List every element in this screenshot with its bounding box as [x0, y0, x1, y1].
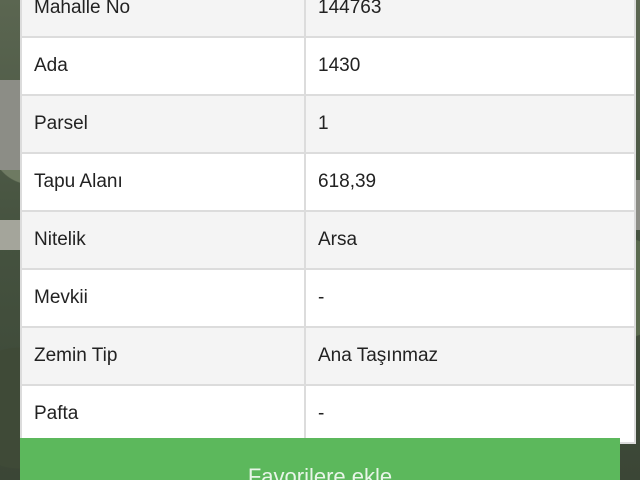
table-row: Zemin Tip Ana Taşınmaz	[20, 326, 636, 386]
row-label-tapu-alani: Tapu Alanı	[20, 152, 306, 212]
table-row: Nitelik Arsa	[20, 210, 636, 270]
table-row: Tapu Alanı 618,39	[20, 152, 636, 212]
table-row: Mevkii -	[20, 268, 636, 328]
map-road	[0, 80, 20, 170]
row-value-zemin-tip: Ana Taşınmaz	[304, 326, 636, 386]
row-label-nitelik: Nitelik	[20, 210, 306, 270]
row-value-parsel: 1	[304, 94, 636, 154]
parcel-info-table: Mahalle No 144763 Ada 1430 Parsel 1 Tapu…	[20, 0, 636, 444]
table-row: Mahalle No 144763	[20, 0, 636, 38]
row-label-pafta: Pafta	[20, 384, 306, 444]
row-label-parsel: Parsel	[20, 94, 306, 154]
row-label-zemin-tip: Zemin Tip	[20, 326, 306, 386]
table-row: Pafta -	[20, 384, 636, 444]
row-label-mahalle-no: Mahalle No	[20, 0, 306, 38]
row-value-nitelik: Arsa	[304, 210, 636, 270]
map-road	[0, 220, 20, 250]
row-value-ada: 1430	[304, 36, 636, 96]
row-value-pafta: -	[304, 384, 636, 444]
row-value-mevkii: -	[304, 268, 636, 328]
add-to-favorites-button[interactable]: Favorilere ekle	[20, 438, 620, 480]
row-label-ada: Ada	[20, 36, 306, 96]
row-value-tapu-alani: 618,39	[304, 152, 636, 212]
row-value-mahalle-no: 144763	[304, 0, 636, 38]
table-row: Parsel 1	[20, 94, 636, 154]
row-label-mevkii: Mevkii	[20, 268, 306, 328]
table-row: Ada 1430	[20, 36, 636, 96]
